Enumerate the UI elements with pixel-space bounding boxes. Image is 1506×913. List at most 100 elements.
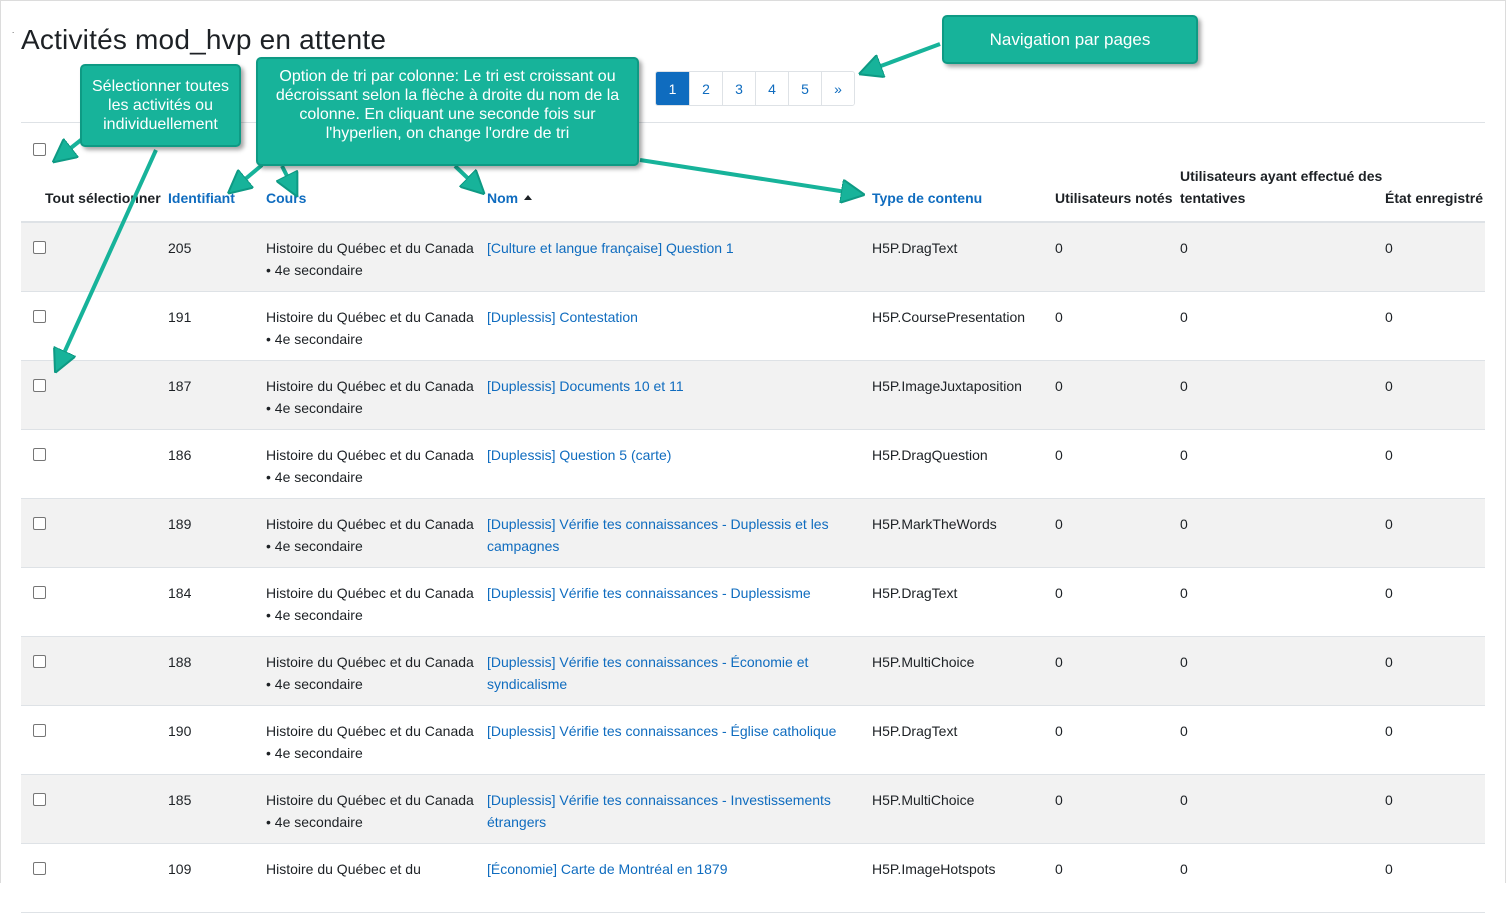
cell-name-link[interactable]: [Duplessis] Vérifie tes connaissances - … bbox=[487, 792, 831, 830]
cell-tries: 0 bbox=[1180, 429, 1385, 499]
cell-users: 0 bbox=[1055, 291, 1180, 361]
cell-course: Histoire du Québec et du Canada • 4e sec… bbox=[266, 222, 487, 292]
page-link-next[interactable]: » bbox=[821, 72, 854, 105]
cell-tries: 0 bbox=[1180, 360, 1385, 430]
cell-name-link[interactable]: [Économie] Carte de Montréal en 1879 bbox=[487, 861, 727, 877]
row-checkbox[interactable] bbox=[33, 241, 46, 254]
cell-users: 0 bbox=[1055, 705, 1180, 775]
row-checkbox[interactable] bbox=[33, 309, 46, 323]
header-users: Utilisateurs notés bbox=[1055, 123, 1180, 223]
cell-users: 0 bbox=[1055, 567, 1180, 637]
sort-link-id[interactable]: Identifiant bbox=[168, 190, 235, 206]
cell-tries: 0 bbox=[1180, 636, 1385, 706]
table-row: 188 Histoire du Québec et du Canada • 4e … bbox=[21, 636, 1485, 706]
cell-state: 0 bbox=[1385, 291, 1485, 361]
row-checkbox[interactable] bbox=[33, 447, 46, 461]
sort-link-course[interactable]: Cours bbox=[266, 190, 306, 206]
cell-tries: 0 bbox=[1180, 498, 1385, 568]
cell-name-link[interactable]: [Culture et langue française] Question 1 bbox=[487, 240, 734, 256]
callout-sort: Option de tri par colonne: Le tri est cr… bbox=[256, 57, 639, 166]
cell-course: Histoire du Québec et du Canada • 4e sec… bbox=[266, 774, 487, 844]
table-row: 191 Histoire du Québec et du Canada • 4e … bbox=[21, 291, 1485, 361]
cell-name-link[interactable]: [Duplessis] Question 5 (carte) bbox=[487, 447, 671, 463]
cell-course: Histoire du Québec et du Canada • 4e sec… bbox=[266, 705, 487, 775]
cell-type: H5P.DragText bbox=[872, 567, 1055, 637]
sort-ascending-icon bbox=[524, 195, 533, 200]
cell-id: 185 bbox=[168, 774, 266, 844]
page-link-2[interactable]: 2 bbox=[689, 72, 722, 105]
row-checkbox[interactable] bbox=[33, 792, 46, 806]
row-checkbox[interactable] bbox=[33, 516, 46, 530]
page-link-3[interactable]: 3 bbox=[722, 72, 755, 105]
cell-course: Histoire du Québec et du Canada • 4e sec… bbox=[266, 291, 487, 361]
cell-state: 0 bbox=[1385, 567, 1485, 637]
cell-select bbox=[21, 360, 168, 430]
cell-type: H5P.DragText bbox=[872, 222, 1055, 292]
cell-users: 0 bbox=[1055, 222, 1180, 292]
cell-users: 0 bbox=[1055, 360, 1180, 430]
cell-name-link[interactable]: [Duplessis] Vérifie tes connaissances - … bbox=[487, 654, 808, 692]
header-tries: Utilisateurs ayant effectué des tentativ… bbox=[1180, 123, 1385, 223]
cell-tries: 0 bbox=[1180, 843, 1385, 913]
cell-name-link[interactable]: [Duplessis] Vérifie tes connaissances - … bbox=[487, 516, 829, 554]
table-row: 205 Histoire du Québec et du Canada • 4e … bbox=[21, 222, 1485, 292]
row-checkbox[interactable] bbox=[33, 654, 46, 668]
cell-tries: 0 bbox=[1180, 705, 1385, 775]
sort-link-type[interactable]: Type de contenu bbox=[872, 190, 982, 206]
cell-users: 0 bbox=[1055, 636, 1180, 706]
sort-link-name[interactable]: Nom bbox=[487, 190, 518, 206]
cell-course: Histoire du Québec et du Canada • 4e sec… bbox=[266, 360, 487, 430]
page-title: Activités mod_hvp en attente bbox=[21, 24, 387, 55]
cell-type: H5P.DragQuestion bbox=[872, 429, 1055, 499]
table-row: 190 Histoire du Québec et du Canada • 4e … bbox=[21, 705, 1485, 775]
cell-type: H5P.ImageJuxtaposition bbox=[872, 360, 1055, 430]
cell-id: 184 bbox=[168, 567, 266, 637]
cell-select bbox=[21, 498, 168, 568]
cell-tries: 0 bbox=[1180, 774, 1385, 844]
pagination: 1 2 3 4 5 » bbox=[655, 71, 855, 106]
cell-users: 0 bbox=[1055, 429, 1180, 499]
cell-state: 0 bbox=[1385, 360, 1485, 430]
cell-name: [Duplessis] Vérifie tes connaissances - … bbox=[487, 636, 872, 706]
cell-tries: 0 bbox=[1180, 567, 1385, 637]
row-checkbox[interactable] bbox=[33, 378, 46, 392]
page-link-5[interactable]: 5 bbox=[788, 72, 821, 105]
row-checkbox[interactable] bbox=[33, 861, 46, 875]
cell-users: 0 bbox=[1055, 498, 1180, 568]
cell-name-link[interactable]: [Duplessis] Vérifie tes connaissances - … bbox=[487, 723, 836, 739]
cell-select bbox=[21, 636, 168, 706]
row-checkbox[interactable] bbox=[33, 723, 46, 737]
cell-course: Histoire du Québec et du Canada • 4e sec… bbox=[266, 636, 487, 706]
cell-state: 0 bbox=[1385, 429, 1485, 499]
callout-select: Sélectionner toutes les activités ou ind… bbox=[80, 64, 241, 147]
cell-name: [Duplessis] Contestation bbox=[487, 291, 872, 361]
cell-id: 205 bbox=[168, 222, 266, 292]
table-row: 109 Histoire du Québec et du [Économie] Ca… bbox=[21, 843, 1485, 913]
cell-users: 0 bbox=[1055, 774, 1180, 844]
cell-id: 190 bbox=[168, 705, 266, 775]
page-link-1[interactable]: 1 bbox=[656, 72, 689, 105]
cell-tries: 0 bbox=[1180, 222, 1385, 292]
cell-state: 0 bbox=[1385, 636, 1485, 706]
row-checkbox[interactable] bbox=[33, 585, 46, 599]
cell-name: [Duplessis] Vérifie tes connaissances - … bbox=[487, 498, 872, 568]
cell-tries: 0 bbox=[1180, 291, 1385, 361]
activities-table: Tout sélectionner Identifiant Cours Nom … bbox=[21, 123, 1485, 913]
cell-name: [Culture et langue française] Question 1 bbox=[487, 222, 872, 292]
cell-type: H5P.DragText bbox=[872, 705, 1055, 775]
cell-name: [Duplessis] Vérifie tes connaissances - … bbox=[487, 705, 872, 775]
table-row: 187 Histoire du Québec et du Canada • 4e … bbox=[21, 360, 1485, 430]
cell-type: H5P.ImageHotspots bbox=[872, 843, 1055, 913]
cell-name-link[interactable]: [Duplessis] Documents 10 et 11 bbox=[487, 378, 684, 394]
cell-name-link[interactable]: [Duplessis] Contestation bbox=[487, 309, 638, 325]
select-all-checkbox[interactable] bbox=[33, 143, 46, 156]
cell-state: 0 bbox=[1385, 222, 1485, 292]
header-type[interactable]: Type de contenu bbox=[872, 123, 1055, 223]
page-link-4[interactable]: 4 bbox=[755, 72, 788, 105]
cell-type: H5P.MultiChoice bbox=[872, 774, 1055, 844]
cell-name: [Duplessis] Vérifie tes connaissances - … bbox=[487, 567, 872, 637]
cell-id: 186 bbox=[168, 429, 266, 499]
cell-name-link[interactable]: [Duplessis] Vérifie tes connaissances - … bbox=[487, 585, 811, 601]
cell-type: H5P.CoursePresentation bbox=[872, 291, 1055, 361]
cell-select bbox=[21, 291, 168, 361]
